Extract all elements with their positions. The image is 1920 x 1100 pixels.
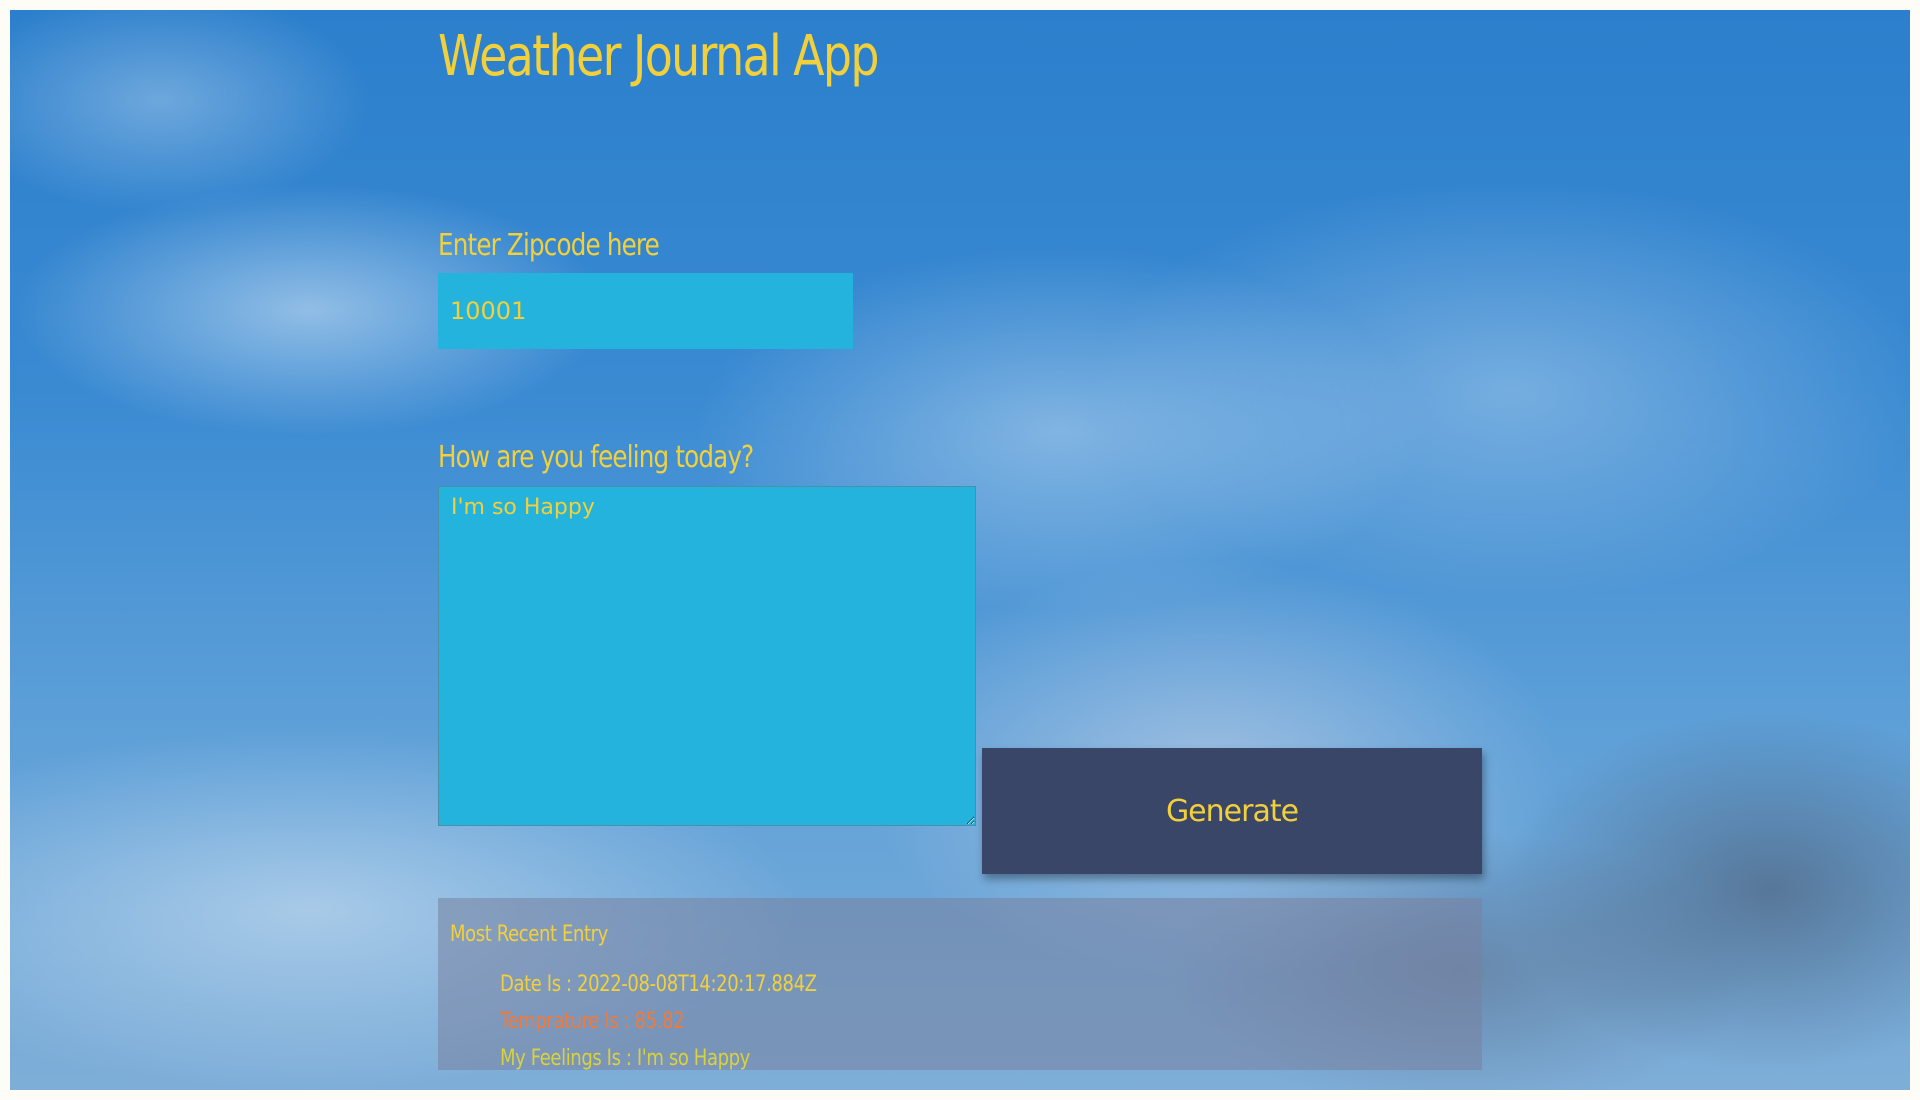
entry-temperature: Temprature Is : 85.82 — [500, 1009, 685, 1034]
entry-title: Most Recent Entry — [450, 922, 608, 947]
entry-feelings: My Feelings Is : I'm so Happy — [500, 1046, 750, 1071]
page-title: Weather Journal App — [438, 24, 880, 89]
zipcode-label: Enter Zipcode here — [438, 228, 660, 263]
generate-button[interactable]: Generate — [982, 748, 1482, 874]
app-container: Weather Journal App Enter Zipcode here H… — [438, 10, 1488, 1090]
most-recent-entry-panel: Most Recent Entry Date Is : 2022-08-08T1… — [438, 898, 1482, 1071]
feelings-textarea[interactable]: I'm so Happy — [438, 486, 976, 826]
entry-date: Date Is : 2022-08-08T14:20:17.884Z — [500, 972, 817, 997]
zipcode-input[interactable] — [438, 273, 853, 349]
feelings-label: How are you feeling today? — [438, 440, 754, 475]
page-background: Weather Journal App Enter Zipcode here H… — [10, 10, 1910, 1090]
